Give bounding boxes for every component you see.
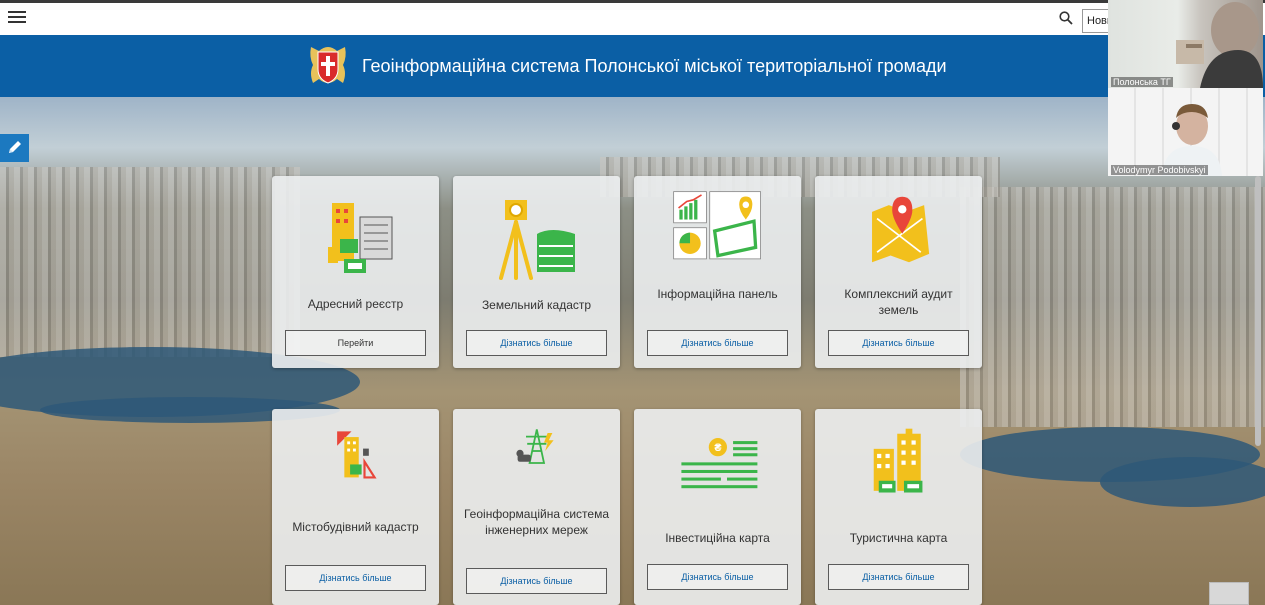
card-title: Комплексний аудит земель (844, 287, 953, 317)
participant-video-icon (1176, 2, 1263, 88)
card-title: Містобудівний кадастр (292, 520, 419, 534)
header-banner: Геоінформаційна система Полонської міськ… (0, 35, 1265, 97)
page-title: Геоінформаційна система Полонської міськ… (362, 56, 947, 76)
card-engineering-networks[interactable]: Геоінформаційна система інженерних мереж… (453, 409, 620, 605)
card-investment-map[interactable]: ₴ Інвестиційна карта Дізнатись більше (634, 409, 801, 605)
learn-more-button[interactable]: Дізнатись більше (466, 330, 607, 356)
learn-more-button[interactable]: Дізнатись більше (828, 564, 969, 590)
aerial-photo-background (0, 97, 1265, 605)
card-land-audit[interactable]: Комплексний аудит земель Дізнатись більш… (815, 176, 982, 368)
participant-name: Volodymyr Podobivskyi (1111, 165, 1208, 175)
video-tile: Полонська ТГ (1108, 0, 1263, 88)
search-icon[interactable] (1059, 11, 1073, 25)
coat-of-arms-icon (310, 47, 346, 84)
top-bar: Нови (0, 0, 1265, 35)
participant-name: Полонська ТГ (1111, 77, 1173, 87)
learn-more-button[interactable]: Дізнатись більше (285, 565, 426, 591)
menu-icon[interactable] (8, 8, 26, 24)
edit-button[interactable] (0, 134, 29, 162)
svg-text:₴: ₴ (714, 442, 721, 454)
go-button[interactable]: Перейти (285, 330, 426, 356)
participant-video-icon (1162, 104, 1222, 176)
learn-more-button[interactable]: Дізнатись більше (647, 564, 788, 590)
card-tourist-map[interactable]: Туристична карта Дізнатись більше (815, 409, 982, 605)
card-title: Туристична карта (849, 531, 948, 545)
video-tile: Volodymyr Podobivskyi (1108, 88, 1263, 176)
card-title: Геоінформаційна система інженерних мереж (463, 507, 610, 537)
power-tower-icon (516, 429, 554, 464)
land-cadastre-icon (499, 200, 575, 280)
minimized-window[interactable] (1209, 582, 1249, 605)
urban-planning-icon (337, 431, 377, 479)
learn-more-button[interactable]: Дізнатись більше (466, 568, 607, 594)
card-title: Адресний реєстр (307, 297, 404, 311)
card-dashboard[interactable]: Інформаційна панель Дізнатись більше (634, 176, 801, 368)
learn-more-button[interactable]: Дізнатись більше (647, 330, 788, 356)
address-registry-icon (328, 203, 393, 273)
card-address-registry[interactable]: Адресний реєстр Перейти (272, 176, 439, 368)
pencil-icon (9, 141, 21, 153)
learn-more-button[interactable]: Дізнатись більше (828, 330, 969, 356)
coin-stack-icon: ₴ (681, 438, 758, 489)
map-pin-icon (872, 196, 930, 263)
card-title: Інвестиційна карта (665, 531, 770, 545)
city-buildings-icon (873, 428, 923, 493)
card-title: Земельний кадастр (481, 298, 592, 312)
card-title: Інформаційна панель (657, 287, 778, 301)
card-land-cadastre[interactable]: Земельний кадастр Дізнатись більше (453, 176, 620, 368)
card-urban-planning[interactable]: Містобудівний кадастр Дізнатись більше (272, 409, 439, 605)
dashboard-icon (673, 191, 761, 260)
scrollbar[interactable] (1255, 176, 1261, 446)
